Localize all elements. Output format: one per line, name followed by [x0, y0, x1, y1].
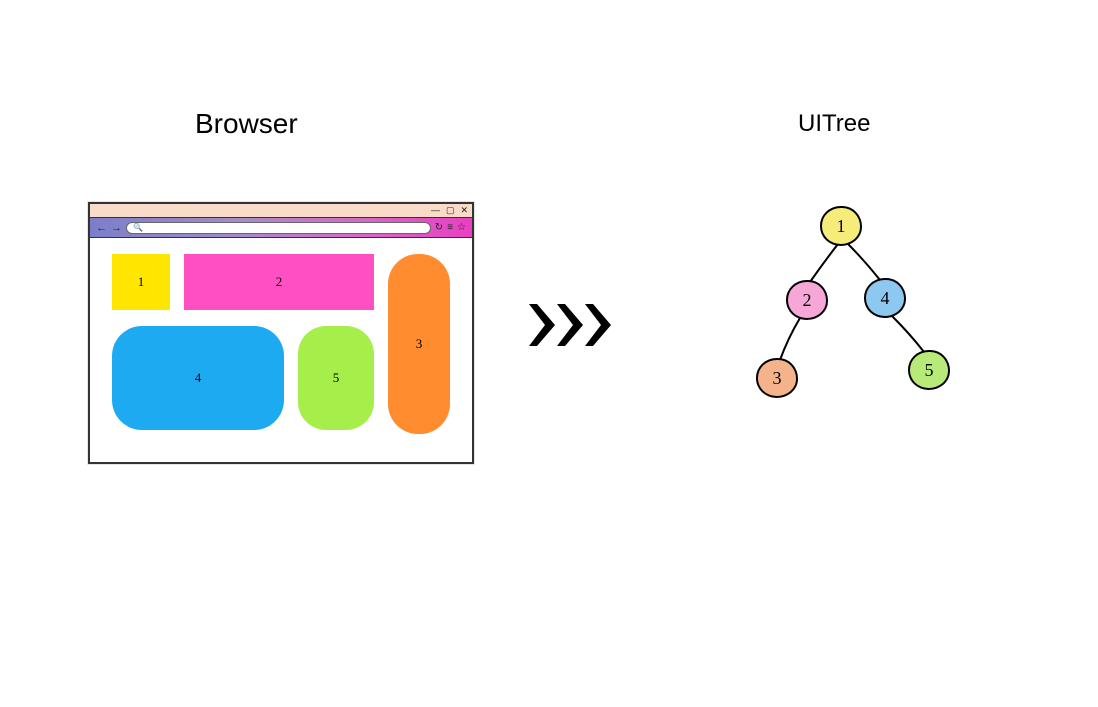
- close-icon: ✕: [460, 206, 468, 215]
- ui-region-5: 5: [298, 326, 374, 430]
- minimize-icon: —: [431, 206, 440, 215]
- tree-node-5: 5: [908, 350, 950, 390]
- address-bar: 🔍: [126, 222, 431, 234]
- tree-node-3: 3: [756, 358, 798, 398]
- tree-node-2: 2: [786, 280, 828, 320]
- star-icon: ☆: [457, 222, 466, 233]
- forward-icon: →: [111, 222, 122, 234]
- back-icon: ←: [96, 222, 107, 234]
- browser-toolbar: ← → 🔍 ↻ ≡ ☆: [90, 218, 472, 238]
- maximize-icon: ▢: [446, 206, 455, 215]
- title-uitree: UITree: [798, 110, 870, 138]
- browser-content: 1 2 3 4 5: [90, 238, 472, 462]
- title-browser: Browser: [195, 108, 298, 140]
- refresh-icon: ↻: [435, 222, 443, 233]
- tree-node-1: 1: [820, 206, 862, 246]
- search-icon: 🔍: [133, 223, 143, 232]
- ui-region-1: 1: [112, 254, 170, 310]
- ui-region-2: 2: [184, 254, 374, 310]
- tree-edges: [700, 200, 1030, 460]
- tree-node-4: 4: [864, 278, 906, 318]
- ui-region-4: 4: [112, 326, 284, 430]
- browser-titlebar: — ▢ ✕: [90, 204, 472, 218]
- browser-window: — ▢ ✕ ← → 🔍 ↻ ≡ ☆ 1 2 3 4 5: [88, 202, 474, 464]
- ui-region-3: 3: [388, 254, 450, 434]
- ui-tree: 1 2 4 3 5: [700, 200, 1030, 460]
- menu-icon: ≡: [447, 222, 453, 233]
- transform-arrows-icon: [525, 300, 621, 350]
